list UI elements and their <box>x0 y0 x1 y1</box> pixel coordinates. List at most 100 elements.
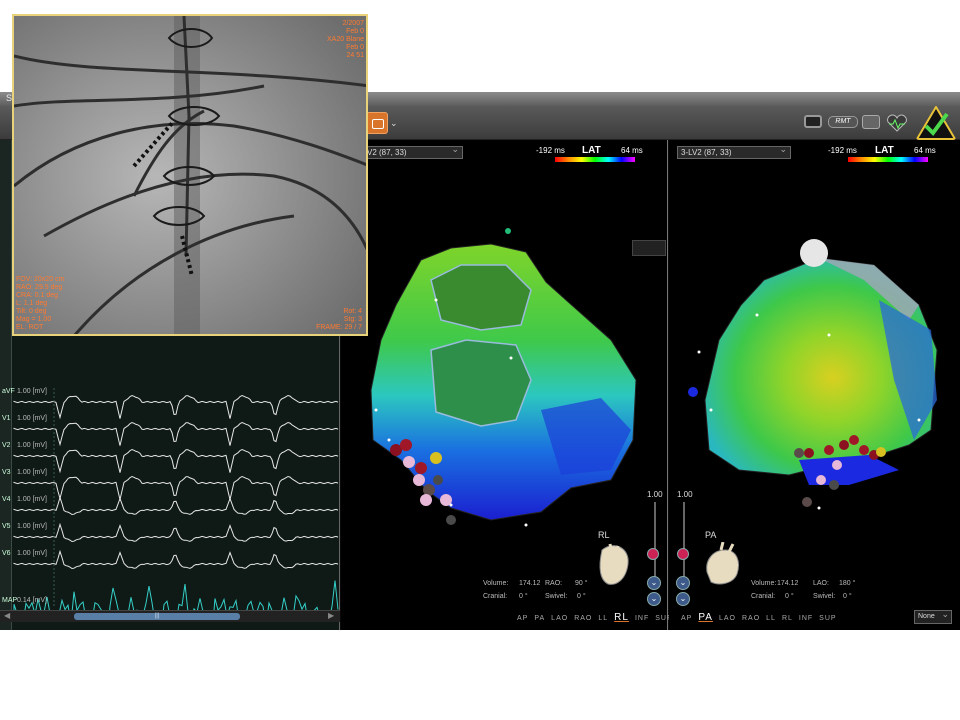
orientation-label: RL <box>598 530 610 540</box>
view-preset-ap[interactable]: AP <box>681 615 692 622</box>
confirm-check-icon[interactable] <box>916 106 956 140</box>
orientation-heart-icon <box>599 543 629 585</box>
fluoro-text-line: RAO: 29.5 deg <box>16 284 63 291</box>
rotate-down-button[interactable]: ⌄ <box>676 576 690 590</box>
ecg-trace <box>13 522 339 543</box>
volume-label: Volume: <box>483 580 509 587</box>
ecg-lead-scale: 1.00 [mV] <box>17 550 47 557</box>
fluoro-text-line: XA20 Blane <box>327 36 364 43</box>
ecg-trace <box>13 394 339 420</box>
ecg-lead-name: V4 <box>2 496 11 503</box>
rotate-down-button[interactable]: ⌄ <box>647 576 661 590</box>
cranial-value: 0 ° <box>519 593 528 600</box>
fluoro-xray-picture <box>14 16 366 334</box>
zoom-value: 1.00 <box>647 490 663 499</box>
map-panel-right[interactable]: 3-LV2 (87, 33) -192 ms LAT 64 ms <box>669 140 960 630</box>
view-preset-pa[interactable]: PA <box>698 612 713 623</box>
fluoro-text-line: FOV: 20x20 cm <box>16 276 65 283</box>
ecg-trace <box>13 580 339 610</box>
ecg-trace <box>13 421 339 447</box>
volume-value: 174.12 <box>519 580 541 587</box>
view-preset-sup[interactable]: SUP <box>819 615 836 622</box>
orientation-heart-icon <box>706 542 739 585</box>
fluoro-text-line: FRAME: 29 / 7 <box>316 324 362 331</box>
volume-label: Volume: <box>751 580 777 587</box>
swivel-value: 0 ° <box>577 593 586 600</box>
reset-view-button[interactable]: ⌄ <box>676 592 690 606</box>
ecg-lead-name: V3 <box>2 469 11 476</box>
fluoro-bottom-left-info: FOV: 20x20 cm RAO: 29.5 deg CRA: 0.1 deg L:… <box>16 276 64 332</box>
ecg-lead-name: MAP <box>2 597 18 604</box>
view-preset-rl[interactable]: RL <box>614 612 629 623</box>
view-preset-lao[interactable]: LAO <box>551 615 568 622</box>
scroll-left-arrow[interactable]: ◀ <box>4 611 10 620</box>
fluoro-text-line: Feb 0 <box>346 44 364 51</box>
view-preset-inf[interactable]: INF <box>799 615 813 622</box>
view-preset-rl[interactable]: RL <box>782 615 793 622</box>
cranial-label: Cranial: <box>483 593 508 600</box>
orientation-label: PA <box>705 530 717 540</box>
lat-map-3d-left[interactable] <box>341 140 668 540</box>
ecg-trace <box>13 549 339 570</box>
ecg-lead-name: aVF <box>2 388 15 395</box>
fluoro-text-line: CRA: 0.1 deg <box>16 292 59 299</box>
ecg-lead-scale: 0.14 [mV] <box>17 597 47 604</box>
rmt-button[interactable]: RMT <box>828 116 858 128</box>
map-view-icon[interactable] <box>862 115 880 129</box>
monitor-icon[interactable] <box>804 115 822 128</box>
display-mode-select[interactable]: None <box>914 608 952 624</box>
fluoro-text-line: EL: ROT <box>16 324 44 331</box>
view-preset-inf[interactable]: INF <box>635 615 649 622</box>
view-preset-ll[interactable]: LL <box>598 615 608 622</box>
lat-map-3d-right[interactable] <box>669 140 960 540</box>
slider-handle[interactable] <box>647 548 659 560</box>
rao-label: RAO: <box>545 580 563 587</box>
volume-value: 174.12 <box>777 580 799 587</box>
map-panel-left[interactable]: V2 (87, 33) -192 ms LAT 64 ms <box>341 140 672 630</box>
ecg-scrollbar[interactable]: ◀ ||| ▶ <box>0 610 340 622</box>
swivel-label: Swivel: <box>545 593 568 600</box>
fluoro-text-line: 24 51 <box>346 52 364 59</box>
ecg-lead-name: V1 <box>2 415 11 422</box>
ecg-lead-name: V5 <box>2 523 11 530</box>
lao-value: 180 ° <box>839 580 856 587</box>
view-presets-left: AP PA LAO RAO LL RL INF SUP <box>517 612 679 623</box>
ecg-lead-scale: 1.00 [mV] <box>17 469 47 476</box>
ecg-lead-scale: 1.00 [mV] <box>17 496 47 503</box>
view-preset-pa[interactable]: PA <box>534 615 545 622</box>
fluoro-text-line: Tilt: 0 deg <box>16 308 47 315</box>
view-preset-rao[interactable]: RAO <box>574 615 592 622</box>
ecg-lead-name: V2 <box>2 442 11 449</box>
ecg-lead-scale: 1.00 [mV] <box>17 415 47 422</box>
view-preset-ll[interactable]: LL <box>766 615 776 622</box>
fluoroscopy-image: 2/2007 Feb 0 XA20 Blane Feb 0 24 51 FOV: 20x… <box>12 14 368 336</box>
view-preset-ap[interactable]: AP <box>517 615 528 622</box>
snapshot-camera-button[interactable] <box>366 112 388 134</box>
reset-view-button[interactable]: ⌄ <box>647 592 661 606</box>
snapshot-dropdown-arrow[interactable]: ⌄ <box>390 118 398 129</box>
scroll-right-arrow[interactable]: ▶ <box>328 611 334 620</box>
lao-label: LAO: <box>813 580 829 587</box>
fluoro-top-right-info: 2/2007 Feb 0 XA20 Blane Feb 0 24 51 <box>327 20 364 60</box>
view-presets-right: AP PA LAO RAO LL RL INF SUP <box>681 612 843 623</box>
cranial-value: 0 ° <box>785 593 794 600</box>
fluoro-text-line: 2/2007 <box>342 20 364 27</box>
fluoro-bottom-right-info: Rot: 4 Stg: 3 FRAME: 29 / 7 <box>316 308 362 332</box>
rao-value: 90 ° <box>575 580 588 587</box>
ecg-lead-scale: 1.00 [mV] <box>17 442 47 449</box>
ecg-lead-scale: 1.00 [mV] <box>17 523 47 530</box>
swivel-label: Swivel: <box>813 593 836 600</box>
heart-icon[interactable] <box>886 114 908 132</box>
ecg-lead-name: V6 <box>2 550 11 557</box>
ecg-lead-scale: 1.00 [mV] <box>17 388 47 395</box>
zoom-value: 1.00 <box>677 490 693 499</box>
ecg-scroll-thumb[interactable]: ||| <box>74 613 240 620</box>
view-preset-rao[interactable]: RAO <box>742 615 760 622</box>
slider-handle[interactable] <box>677 548 689 560</box>
ecg-trace <box>13 475 339 501</box>
fluoro-text-line: Mag = 1.00 <box>16 316 52 323</box>
fluoro-text-line: Stg: 3 <box>343 316 362 323</box>
view-preset-lao[interactable]: LAO <box>719 615 736 622</box>
fluoro-text-line: Rot: 4 <box>343 308 362 315</box>
swivel-value: 0 ° <box>843 593 852 600</box>
